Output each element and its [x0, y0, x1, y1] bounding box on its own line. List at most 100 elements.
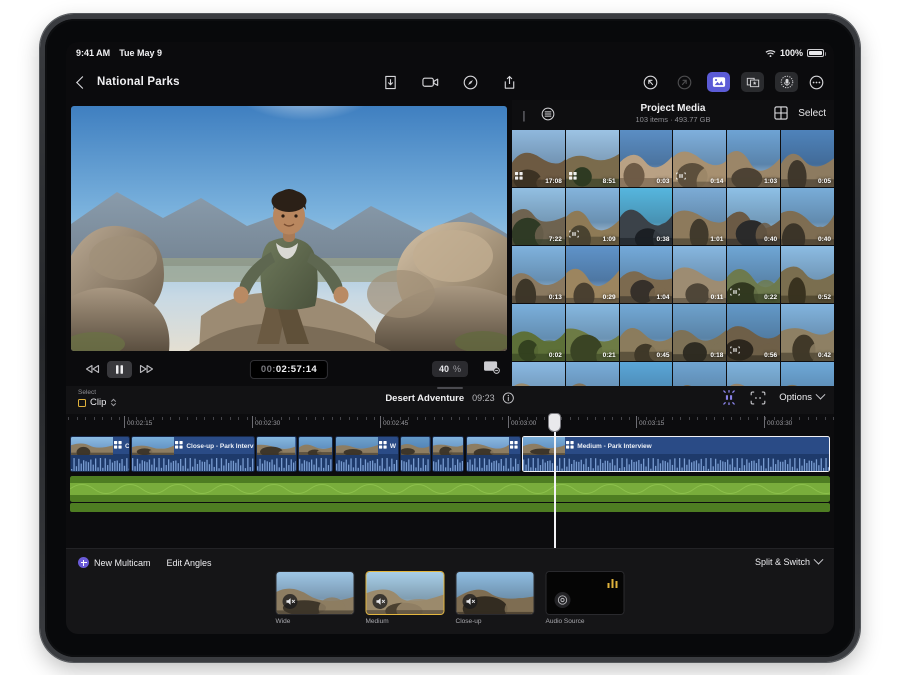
media-thumbnail[interactable]: 1:09	[565, 188, 619, 245]
page-title: National Parks	[97, 76, 180, 88]
toolbar-center-actions	[383, 75, 517, 90]
media-thumbnail[interactable]: 0:29	[565, 246, 619, 303]
grid-view-icon[interactable]	[774, 106, 788, 120]
zoom-level[interactable]: 40 %	[431, 361, 468, 377]
share-icon[interactable]	[502, 75, 517, 90]
playhead-handle[interactable]	[549, 414, 561, 431]
media-duration: 0:29	[602, 294, 616, 301]
multicam-angle[interactable]: Close-up	[455, 571, 535, 625]
media-duration: 0:05	[817, 178, 831, 185]
pause-button[interactable]	[107, 360, 132, 378]
media-thumbnail[interactable]: 0:38	[619, 188, 673, 245]
media-thumbnail[interactable]: 0:40	[781, 188, 834, 245]
media-thumbnail[interactable]: 7:22	[512, 188, 565, 245]
timeline-clip[interactable]: Clo	[70, 436, 130, 472]
media-thumbnail[interactable]: 0:14	[673, 130, 727, 187]
media-thumbnail[interactable]: 0:18	[673, 304, 727, 361]
ruler-tick	[833, 417, 834, 420]
ruler-tick	[824, 417, 826, 420]
media-icon[interactable]	[707, 72, 730, 92]
timeline-clip[interactable]: Medium - Park Interview	[522, 436, 830, 472]
magic-icon[interactable]	[463, 75, 478, 90]
mute-icon[interactable]	[372, 594, 388, 609]
import-icon[interactable]	[383, 75, 398, 90]
multicam-angle[interactable]: Medium	[365, 571, 445, 625]
mute-icon[interactable]	[282, 594, 298, 609]
multicam-badge-icon	[676, 167, 687, 185]
clip-waveform	[257, 454, 296, 471]
new-multicam-button[interactable]: New Multicam	[78, 557, 151, 568]
multicam-badge-icon	[730, 341, 741, 359]
ruler-tick	[280, 417, 282, 420]
angle-thumbnail[interactable]	[455, 571, 535, 615]
more-icon[interactable]	[809, 75, 824, 90]
multicam-icon[interactable]	[721, 390, 737, 405]
audio-icon[interactable]	[775, 72, 798, 92]
ruler-label: 00:02:45	[383, 420, 409, 427]
media-thumbnail[interactable]: 0:56	[727, 304, 781, 361]
undo-icon[interactable]	[639, 72, 662, 92]
media-thumbnail[interactable]: 0:22	[727, 246, 781, 303]
info-icon[interactable]	[503, 392, 515, 404]
ruler-tick	[578, 417, 579, 420]
playhead[interactable]	[554, 414, 556, 548]
timeline-clip[interactable]: Close-up - Park Interview	[131, 436, 255, 472]
ruler-tick	[612, 417, 613, 420]
media-thumbnail[interactable]: 0:42	[781, 304, 834, 361]
timeline-clip[interactable]: Cl	[465, 436, 521, 472]
audio-track-1[interactable]	[70, 476, 830, 502]
skip-forward-icon[interactable]	[134, 361, 159, 378]
media-thumbnail[interactable]: 0:52	[781, 246, 834, 303]
media-thumbnail[interactable]: 0:03	[619, 130, 673, 187]
media-thumbnail[interactable]: 1:01	[673, 188, 727, 245]
video-preview[interactable]	[71, 106, 507, 351]
fit-screen-icon[interactable]	[483, 360, 500, 379]
media-thumbnail[interactable]: 17:08	[512, 130, 565, 187]
timecode-display[interactable]: 00:02:57:14	[249, 359, 329, 379]
clip-waveform	[335, 454, 398, 471]
media-thumbnail[interactable]: 0:02	[512, 304, 565, 361]
split-screen-icon[interactable]	[750, 391, 766, 405]
media-thumbnail[interactable]: 8:51	[565, 130, 619, 187]
multicam-badge-icon	[569, 225, 579, 243]
timeline-clip[interactable]	[400, 436, 431, 472]
media-thumbnail[interactable]: 1:04	[619, 246, 673, 303]
media-thumbnail[interactable]: 1:03	[727, 130, 781, 187]
edit-angles-button[interactable]: Edit Angles	[167, 558, 212, 568]
angle-thumbnail[interactable]	[275, 571, 355, 615]
filter-icon[interactable]	[541, 107, 555, 121]
viewer-pane: 00:02:57:14 40 %	[66, 100, 512, 386]
multicam-angle[interactable]: Wide	[275, 571, 355, 625]
ruler-tick	[467, 417, 469, 420]
redo-icon[interactable]	[673, 72, 696, 92]
media-thumbnail[interactable]: 0:13	[512, 246, 565, 303]
selection-mode[interactable]: Select Clip	[78, 389, 117, 408]
effects-icon[interactable]	[741, 72, 764, 92]
options-button[interactable]: Options	[779, 389, 826, 403]
multicam-angle[interactable]: Audio Source	[545, 571, 625, 625]
media-thumbnail[interactable]: 0:21	[565, 304, 619, 361]
timeline-clip[interactable]	[256, 436, 297, 472]
media-thumbnail[interactable]: 0:05	[781, 130, 834, 187]
media-duration: 1:01	[710, 236, 724, 243]
record-icon[interactable]	[422, 75, 439, 89]
back-button[interactable]: National Parks	[76, 75, 180, 89]
panel-resize-handle[interactable]: ||	[522, 110, 525, 122]
toolbar-right-actions	[639, 72, 824, 92]
angle-thumbnail[interactable]	[545, 571, 625, 615]
mute-icon[interactable]	[462, 594, 478, 609]
timeline-clip[interactable]	[298, 436, 334, 472]
media-thumbnail[interactable]: 0:45	[619, 304, 673, 361]
timeline-resize-handle[interactable]	[437, 387, 463, 389]
angle-thumbnail[interactable]	[365, 571, 445, 615]
select-button[interactable]: Select	[798, 108, 826, 119]
timeline-clip[interactable]: W	[334, 436, 399, 472]
ruler-tick	[314, 417, 316, 420]
audio-track-2[interactable]	[70, 503, 830, 512]
media-thumbnail[interactable]: 0:40	[727, 188, 781, 245]
timeline-clip[interactable]	[432, 436, 465, 472]
split-switch-button[interactable]: Split & Switch	[755, 554, 824, 567]
skip-back-icon[interactable]	[80, 361, 105, 378]
media-thumbnail[interactable]: 0:11	[673, 246, 727, 303]
timeline-ruler[interactable]: 00:02:15 00:02:30 00:02:45 00:03:00 00:03:15…	[66, 414, 834, 432]
